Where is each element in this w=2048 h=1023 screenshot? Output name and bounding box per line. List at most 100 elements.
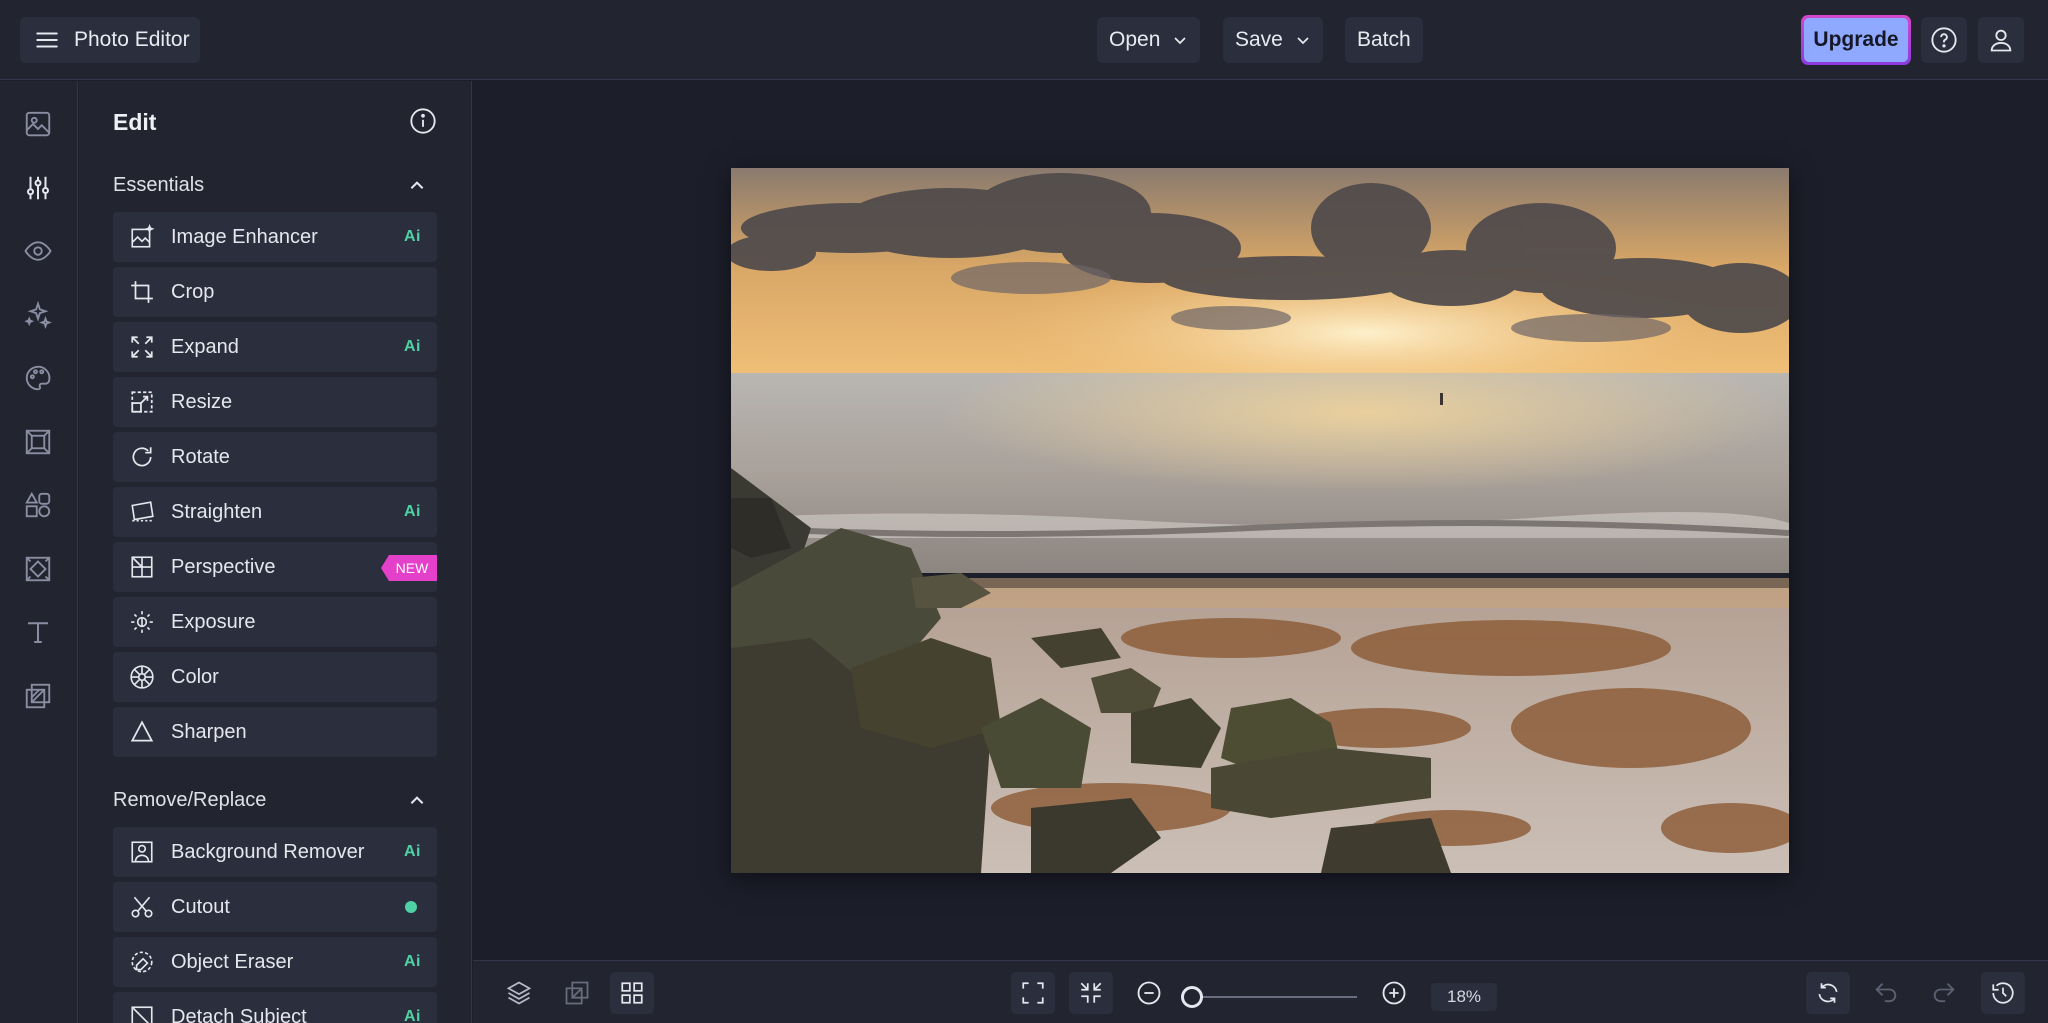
- tool-resize[interactable]: Resize: [113, 377, 437, 427]
- save-button[interactable]: Save: [1223, 17, 1323, 63]
- tool-detach-subject[interactable]: Detach Subject Ai: [113, 992, 437, 1023]
- tool-label: Detach Subject: [171, 1005, 307, 1023]
- edit-panel: Edit Essentials Image Enhancer Ai Crop E…: [79, 81, 472, 1023]
- refresh-icon: [1818, 983, 1838, 1003]
- zoom-in-button[interactable]: [1372, 972, 1416, 1014]
- perspective-icon: [131, 556, 153, 578]
- account-button[interactable]: [1978, 17, 2024, 63]
- open-button[interactable]: Open: [1097, 17, 1201, 63]
- tool-image-enhancer[interactable]: Image Enhancer Ai: [113, 212, 437, 262]
- history-icon: [1992, 982, 2014, 1004]
- rail-item-frames[interactable]: [19, 423, 57, 461]
- palette-icon: [25, 365, 51, 391]
- zoom-in-icon: [1382, 981, 1406, 1005]
- rail-item-overlays[interactable]: [19, 677, 57, 715]
- tool-label: Background Remover: [171, 840, 365, 863]
- rail-item-artsy[interactable]: [19, 359, 57, 397]
- section-title-essentials[interactable]: Essentials: [113, 174, 204, 197]
- tool-expand[interactable]: Expand Ai: [113, 322, 437, 372]
- compare-button[interactable]: [555, 972, 599, 1014]
- reset-button[interactable]: [1806, 972, 1850, 1014]
- redo-button[interactable]: [1922, 972, 1966, 1014]
- tool-straighten[interactable]: Straighten Ai: [113, 487, 437, 537]
- detach-subject-icon: [131, 1006, 153, 1023]
- info-icon[interactable]: [409, 107, 437, 135]
- rail-item-image[interactable]: [19, 105, 57, 143]
- bottom-bar: 18%: [473, 960, 2048, 1023]
- rail-item-graphics[interactable]: [19, 486, 57, 524]
- zoom-out-icon: [1137, 981, 1161, 1005]
- rotate-icon: [132, 447, 152, 467]
- tool-sharpen[interactable]: Sharpen: [113, 707, 437, 757]
- chevron-up-icon[interactable]: [408, 177, 426, 195]
- tool-label: Resize: [171, 390, 233, 413]
- chevron-up-icon[interactable]: [408, 792, 426, 810]
- upgrade-button[interactable]: Upgrade: [1801, 15, 1911, 65]
- zoom-out-button[interactable]: [1127, 972, 1171, 1014]
- exposure-icon: [131, 611, 153, 633]
- rail-item-textures[interactable]: [19, 550, 57, 588]
- frame-icon: [25, 429, 51, 455]
- resize-icon: [131, 391, 153, 413]
- tool-label: Object Eraser: [171, 950, 294, 973]
- undo-button[interactable]: [1864, 972, 1908, 1014]
- sparkles-icon: [24, 300, 52, 329]
- tool-exposure[interactable]: Exposure: [113, 597, 437, 647]
- new-badge: NEW: [381, 555, 437, 581]
- compare-icon: [565, 981, 589, 1005]
- zoom-slider-handle[interactable]: [1181, 986, 1203, 1008]
- ai-badge: Ai: [404, 228, 421, 245]
- eye-icon: [24, 241, 52, 261]
- shrink-icon: [1080, 982, 1102, 1003]
- batch-label: Batch: [1357, 28, 1411, 51]
- rail-item-effects[interactable]: [19, 232, 57, 270]
- app-title: Photo Editor: [74, 28, 190, 51]
- texture-icon: [25, 556, 51, 582]
- layers-button[interactable]: [497, 972, 541, 1014]
- sharpen-icon: [130, 720, 154, 742]
- object-eraser-icon: [131, 951, 153, 973]
- adjustments-icon: [27, 176, 49, 200]
- tool-label: Color: [171, 665, 219, 688]
- photo-canvas[interactable]: [731, 168, 1789, 873]
- tool-label: Sharpen: [171, 720, 247, 743]
- help-button[interactable]: [1921, 17, 1967, 63]
- chevron-down-icon: [1297, 37, 1309, 45]
- grid-view-button[interactable]: [610, 972, 654, 1014]
- scissors-icon: [131, 896, 153, 918]
- open-label: Open: [1109, 28, 1161, 51]
- history-button[interactable]: [1981, 972, 2025, 1014]
- tool-perspective[interactable]: Perspective NEW: [113, 542, 437, 592]
- expand-icon: [131, 336, 153, 358]
- main-menu-button[interactable]: Photo Editor: [20, 17, 200, 63]
- section-title-remove-replace[interactable]: Remove/Replace: [113, 789, 266, 812]
- image-icon: [25, 111, 51, 137]
- tool-object-eraser[interactable]: Object Eraser Ai: [113, 937, 437, 987]
- rail-item-text[interactable]: [19, 613, 57, 651]
- tool-label: Crop: [171, 280, 215, 303]
- rail-item-edit[interactable]: [19, 169, 57, 207]
- ai-badge: Ai: [404, 953, 421, 970]
- fit-to-screen-button[interactable]: [1011, 972, 1055, 1014]
- background-remover-icon: [131, 841, 153, 863]
- fullscreen-icon: [1022, 982, 1044, 1004]
- ai-badge: Ai: [404, 338, 421, 355]
- upgrade-label: Upgrade: [1804, 18, 1908, 62]
- tool-rotate[interactable]: Rotate: [113, 432, 437, 482]
- actual-size-button[interactable]: [1069, 972, 1113, 1014]
- chevron-down-icon: [1174, 37, 1187, 45]
- tool-color[interactable]: Color: [113, 652, 437, 702]
- image-enhance-icon: [131, 224, 155, 248]
- zoom-level-input[interactable]: 18%: [1431, 983, 1497, 1011]
- canvas-area[interactable]: [473, 81, 2048, 959]
- zoom-slider-track[interactable]: [1192, 996, 1357, 998]
- tool-cutout[interactable]: Cutout: [113, 882, 437, 932]
- text-icon: [28, 622, 48, 643]
- tool-crop[interactable]: Crop: [113, 267, 437, 317]
- panel-title: Edit: [113, 109, 157, 135]
- batch-button[interactable]: Batch: [1345, 17, 1423, 63]
- rail-item-ai-tools[interactable]: [19, 296, 57, 334]
- ai-badge: Ai: [404, 503, 421, 520]
- overlay-icon: [25, 683, 51, 709]
- tool-background-remover[interactable]: Background Remover Ai: [113, 827, 437, 877]
